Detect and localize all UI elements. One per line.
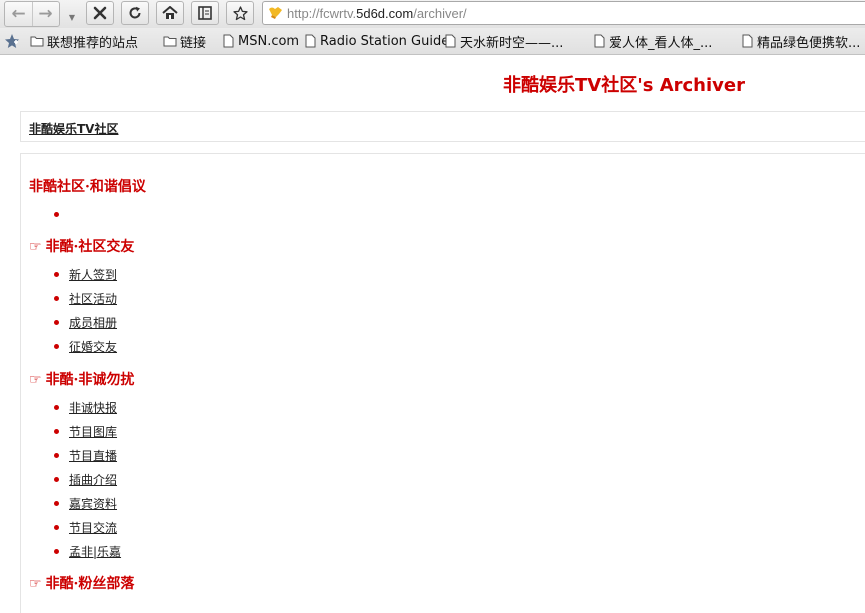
page-icon <box>742 34 753 48</box>
forum-list-item: 成员相册 <box>54 314 117 330</box>
page-icon <box>445 34 456 48</box>
forum-link[interactable]: 成员相册 <box>69 314 117 331</box>
forum-category-label: 非酷社区·和谐倡议 <box>29 179 146 195</box>
forum-link[interactable]: 嘉宾资料 <box>69 495 117 512</box>
forum-link[interactable]: 非诚快报 <box>69 399 117 416</box>
page-title: 非酷娱乐TV社区's Archiver <box>503 75 745 96</box>
address-bar[interactable]: http://fcwrtv.5d6d.com/archiver/ <box>262 1 865 25</box>
bookmark-label: MSN.com <box>238 33 300 49</box>
url-text: http://fcwrtv.5d6d.com/archiver/ <box>287 6 467 21</box>
forum-category-label: 非酷·社区交友 <box>45 239 135 255</box>
forum-link[interactable]: 节目交流 <box>69 519 117 536</box>
bookmark-item[interactable]: 精品绿色便携软... <box>740 32 861 51</box>
breadcrumb-home-link[interactable]: 非酷娱乐TV社区 <box>29 120 118 137</box>
bookmark-label: 天水新时空——... <box>460 35 564 51</box>
forum-list-item <box>54 206 69 222</box>
web-page: 非酷娱乐TV社区's Archiver 非酷娱乐TV社区 非酷社区·和谐倡议 ☞… <box>0 55 865 613</box>
forum-list-item: 节目直播 <box>54 447 117 463</box>
home-button[interactable] <box>156 1 184 25</box>
bookmark-item[interactable]: 爱人体_看人体_... <box>592 32 713 51</box>
site-favicon-icon <box>269 7 282 19</box>
history-dropdown-button[interactable]: ▼ <box>64 9 80 25</box>
folder-icon <box>163 36 177 47</box>
bookmark-label: Radio Station Guide <box>320 33 450 49</box>
home-icon <box>162 6 178 19</box>
stop-button[interactable] <box>86 1 114 25</box>
forum-list-item: 节目交流 <box>54 519 117 535</box>
bullet-icon <box>54 500 59 506</box>
page-icon <box>305 34 316 48</box>
chevron-down-icon: ▼ <box>68 12 76 22</box>
nav-button-group: ← → <box>4 1 60 27</box>
bookmark-label: 精品绿色便携软... <box>757 35 861 51</box>
forum-link[interactable]: 节目图库 <box>69 423 117 440</box>
forum-link[interactable]: 社区活动 <box>69 290 117 307</box>
bookmark-item[interactable]: MSN.com <box>221 32 299 50</box>
bookmark-label: 链接 <box>180 35 207 51</box>
bullet-icon <box>54 295 59 301</box>
arrow-left-icon: ← <box>11 4 26 24</box>
page-icon <box>223 34 234 48</box>
forum-link[interactable]: 孟非|乐嘉 <box>69 543 121 560</box>
bookmark-item[interactable]: 链接 <box>163 32 207 51</box>
forum-link[interactable]: 征婚交友 <box>69 338 117 355</box>
forum-category-title[interactable]: ☞ 非酷·社区交友 <box>29 236 134 256</box>
bookmarks-toolbar: 联想推荐的站点 链接 MSN.com Radio Station Guide 天… <box>0 28 865 55</box>
bullet-icon <box>54 428 59 434</box>
forum-link[interactable]: 新人签到 <box>69 266 117 283</box>
bullet-icon <box>54 211 59 217</box>
reload-icon <box>129 6 141 19</box>
sidebar-button[interactable] <box>191 1 219 25</box>
bullet-icon <box>54 343 59 349</box>
forum-list-item: 孟非|乐嘉 <box>54 543 121 559</box>
bookmarks-menu-icon[interactable] <box>4 33 20 49</box>
forum-category-title[interactable]: ☞ 非酷·非诚勿扰 <box>29 369 134 389</box>
breadcrumb: 非酷娱乐TV社区 <box>20 111 865 142</box>
forum-category-label: 非酷·粉丝部落 <box>45 576 135 592</box>
bullet-icon <box>54 524 59 530</box>
forum-list-item: 插曲介绍 <box>54 471 117 487</box>
bookmark-item[interactable]: Radio Station Guide <box>303 32 449 50</box>
forum-list-item: 嘉宾资料 <box>54 495 117 511</box>
bookmark-label: 联想推荐的站点 <box>47 35 139 51</box>
forum-list-item: 征婚交友 <box>54 338 117 354</box>
url-path: /archiver/ <box>413 6 467 21</box>
forum-link[interactable]: 节目直播 <box>69 447 117 464</box>
bullet-icon <box>54 476 59 482</box>
forum-link[interactable]: 插曲介绍 <box>69 471 117 488</box>
arrow-right-icon: → <box>38 4 53 24</box>
sidebar-icon <box>198 6 212 20</box>
bookmark-item[interactable]: 联想推荐的站点 <box>30 32 139 51</box>
pointing-hand-icon: ☞ <box>29 239 42 255</box>
bullet-icon <box>54 319 59 325</box>
url-domain: 5d6d.com <box>356 6 414 21</box>
browser-toolbar: ← → ▼ http://fcwrtv.5d6d.com/archiver/ <box>0 0 865 28</box>
forum-list-container <box>20 153 865 613</box>
close-icon <box>93 6 107 20</box>
forum-list-item: 社区活动 <box>54 290 117 306</box>
bookmark-item[interactable]: 天水新时空——... <box>443 32 564 51</box>
folder-icon <box>30 36 44 47</box>
forum-category-label: 非酷·非诚勿扰 <box>45 372 135 388</box>
pointing-hand-icon: ☞ <box>29 576 42 592</box>
bullet-icon <box>54 404 59 410</box>
star-icon <box>232 5 248 20</box>
forum-list-item: 节目图库 <box>54 423 117 439</box>
url-prefix: http://fcwrtv. <box>287 6 357 21</box>
bookmark-label: 爱人体_看人体_... <box>609 35 713 51</box>
forum-category-title[interactable]: ☞ 非酷·粉丝部落 <box>29 573 134 593</box>
forward-button[interactable]: → <box>32 2 59 26</box>
forum-list-item: 新人签到 <box>54 266 117 282</box>
bullet-icon <box>54 548 59 554</box>
reload-button[interactable] <box>121 1 149 25</box>
forum-list-item: 非诚快报 <box>54 399 117 415</box>
pointing-hand-icon: ☞ <box>29 372 42 388</box>
bookmark-star-button[interactable] <box>226 1 254 25</box>
forum-category-title[interactable]: 非酷社区·和谐倡议 <box>29 176 146 196</box>
page-icon <box>594 34 605 48</box>
bullet-icon <box>54 271 59 277</box>
back-button[interactable]: ← <box>5 2 33 26</box>
bullet-icon <box>54 452 59 458</box>
